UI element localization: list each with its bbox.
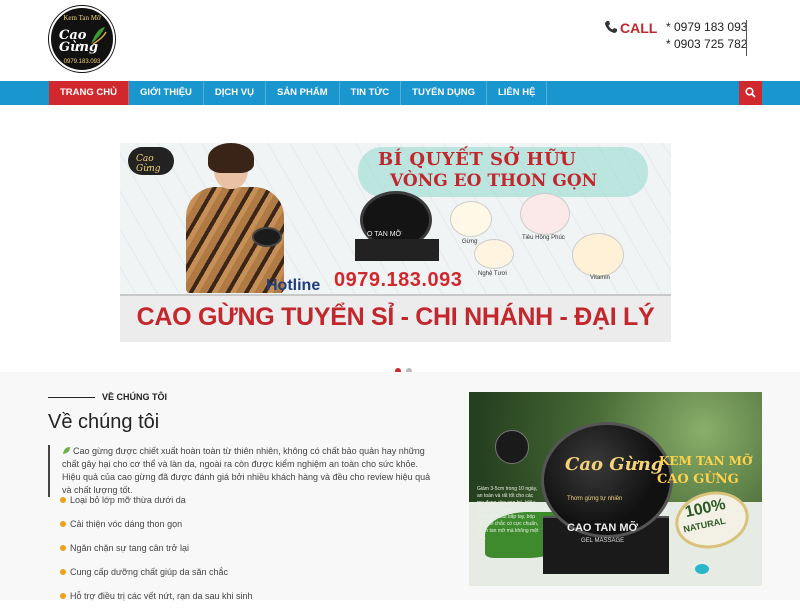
product-kem: KEM TAN MỠ — [659, 454, 753, 468]
logo-top-text: Kem Tan Mỡ — [63, 14, 101, 22]
nav-item-services[interactable]: DỊCH VỤ — [204, 81, 266, 105]
list-item: Loại bỏ lớp mỡ thừa dưới da — [60, 492, 253, 516]
product-side-text: Giảm 3-5cm trong 10 ngày, an toàn và rất… — [477, 486, 539, 541]
phone-divider — [746, 20, 747, 56]
banner-title-line2: VÒNG EO THON GỌN — [390, 171, 598, 191]
nav-item-contact[interactable]: LIÊN HỆ — [487, 81, 548, 105]
bullet-dot-icon — [60, 497, 66, 503]
ingredient-ginger: Gừng — [462, 239, 478, 245]
about-description-block: Cao gừng được chiết xuất hoàn toàn từ th… — [48, 445, 436, 497]
ingredient-pepper: Tiêu Hồng Phúc — [522, 235, 565, 241]
product-jar-label — [355, 239, 439, 261]
product-sub: Thơm gừng tự nhiên — [567, 496, 623, 502]
phone-number-1[interactable]: * 0979 183 093 — [666, 19, 747, 36]
ingredient-vitamin: Vitamin — [590, 275, 610, 281]
benefit-list: Loại bỏ lớp mỡ thừa dưới da Cải thiện vó… — [60, 492, 253, 612]
pepper-image — [520, 193, 570, 235]
about-title: Về chúng tôi — [48, 411, 160, 433]
search-icon — [745, 87, 756, 98]
nav-item-about[interactable]: GIỚI THIỆU — [129, 81, 204, 105]
hotline-number[interactable]: 0979.183.093 — [334, 269, 462, 292]
list-item: Hỗ trợ điều trị các vết nứt, rạn da sau … — [60, 588, 253, 612]
banner-logo-text: Cao Gừng — [136, 154, 161, 174]
main-nav: TRANG CHỦ GIỚI THIỆU DỊCH VỤ SẢN PHẨM TI… — [0, 81, 800, 105]
bullet-dot-icon — [60, 593, 66, 599]
product-gel: GEL MASSAGE — [581, 538, 625, 544]
product-image: Giảm 3-5cm trong 10 ngày, an toàn và rất… — [469, 392, 762, 586]
call-label: CALL — [620, 20, 658, 36]
list-item: Cải thiện vóc dáng thon gọn — [60, 516, 253, 540]
bullet-dot-icon — [60, 569, 66, 575]
banner-bottom-text: CAO GỪNG TUYỂN SỈ - CHI NHÁNH - ĐẠI LÝ — [136, 303, 655, 331]
product-brand: Cao Gừng — [565, 454, 664, 475]
search-button[interactable] — [739, 81, 762, 105]
kicker-line — [48, 397, 95, 398]
product-jar-text: O TAN MỠ — [367, 231, 402, 238]
logo-bottom-text: 0979.183.093 — [63, 59, 101, 65]
bullet-dot-icon — [60, 521, 66, 527]
ginger-leaf-icon — [91, 27, 107, 45]
hero-banner[interactable]: Cao Gừng BÍ QUYẾT SỞ HỮU VÒNG EO THON GỌ… — [120, 143, 671, 342]
bullet-dot-icon — [60, 545, 66, 551]
about-kicker: VỀ CHÚNG TÔI — [102, 392, 168, 402]
phone-icon — [605, 21, 617, 33]
site-header: Kem Tan Mỡ Cao Gừng 0979.183.093 CALL * … — [0, 0, 800, 81]
banner-logo: Cao Gừng — [128, 147, 174, 175]
hotline-label: Hotline — [266, 277, 321, 294]
turmeric-image — [474, 239, 514, 269]
banner-title-line1: BÍ QUYẾT SỞ HỮU — [378, 149, 577, 170]
nav-item-products[interactable]: SẢN PHẨM — [266, 81, 340, 105]
site-logo[interactable]: Kem Tan Mỡ Cao Gừng 0979.183.093 — [49, 6, 115, 72]
nav-item-recruitment[interactable]: TUYỂN DỤNG — [401, 81, 487, 105]
leaf-icon — [63, 447, 70, 454]
list-item: Ngăn chặn sự tang cân trở lại — [60, 540, 253, 564]
product-name: CAO TAN MỠ — [567, 522, 638, 534]
fruit-image — [572, 233, 624, 277]
phone-list: * 0979 183 093 * 0903 725 782 — [666, 19, 747, 53]
about-description: Cao gừng được chiết xuất hoàn toàn từ th… — [62, 446, 431, 495]
phone-number-2[interactable]: * 0903 725 782 — [666, 36, 747, 53]
nav-item-home[interactable]: TRANG CHỦ — [49, 81, 129, 105]
list-item: Cung cấp dưỡng chất giúp da săn chắc — [60, 564, 253, 588]
product-cao: CAO GỪNG — [657, 472, 739, 487]
small-logo-image — [495, 430, 529, 464]
ingredient-turmeric: Nghệ Tươi — [478, 271, 507, 277]
nav-item-news[interactable]: TIN TỨC — [340, 81, 402, 105]
about-section: VỀ CHÚNG TÔI Về chúng tôi Cao gừng được … — [0, 372, 800, 601]
model-image — [176, 143, 286, 293]
ginger-image — [450, 201, 492, 237]
